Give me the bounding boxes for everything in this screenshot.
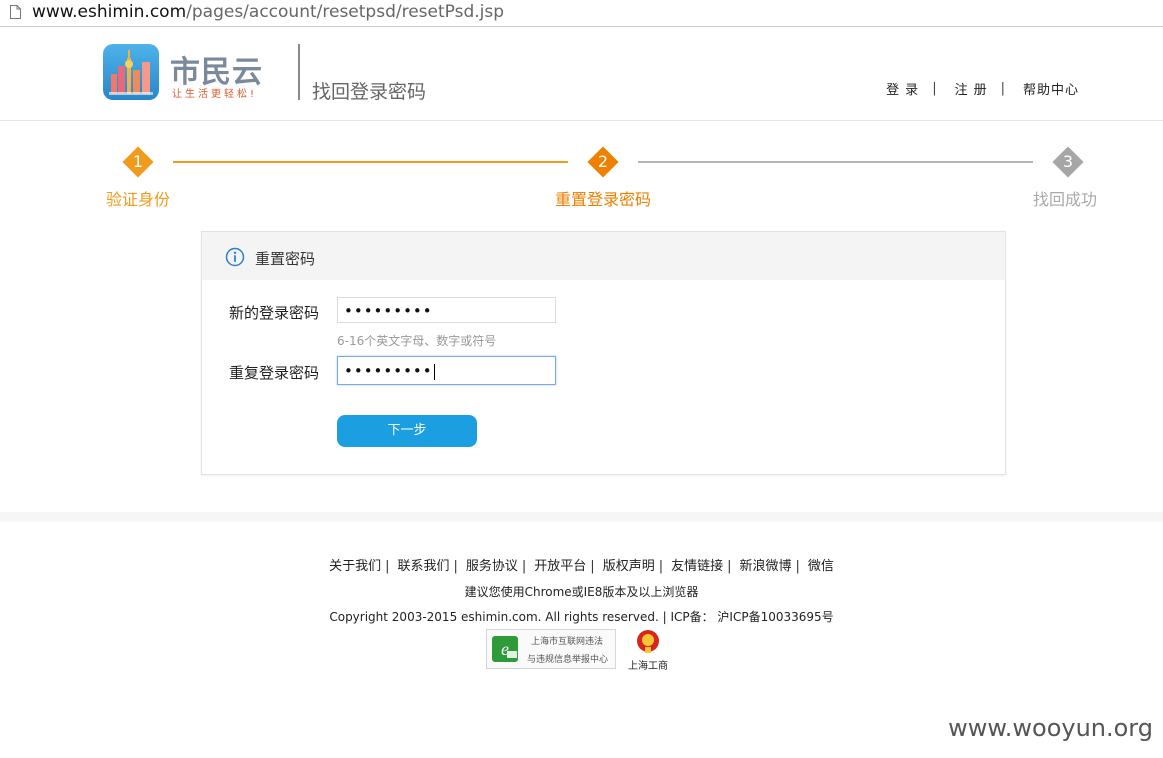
nav-separator: | [932, 81, 937, 96]
step-connector-1 [173, 161, 568, 163]
step-1-label: 验证身份 [106, 190, 171, 209]
new-password-value: ••••••••• [344, 302, 433, 320]
footer-separator: | [727, 559, 732, 574]
url-host: www.eshimin.com [32, 2, 187, 22]
reset-password-card: 重置密码 新的登录密码 ••••••••• 6-16个英文字母、数字或符号 重复… [201, 231, 1006, 475]
copyright-text: Copyright 2003-2015 eshimin.com. All rig… [329, 610, 834, 624]
footer-separator: | [521, 559, 527, 574]
step-2-number: 2 [597, 152, 609, 171]
info-icon [225, 247, 245, 267]
watermark-text: www.wooyun.org [948, 714, 1153, 742]
step-1-number: 1 [132, 152, 144, 171]
nav-separator: | [1000, 81, 1005, 96]
aic-badge-caption: 上海工商 [628, 661, 668, 672]
report-center-badge[interactable]: e 上海市互联网违法 与违规信息举报中心 [486, 629, 616, 669]
step-connector-2 [638, 161, 1033, 163]
footer-link-service-agreement[interactable]: 服务协议 [466, 559, 518, 574]
browser-tip: 建议您使用Chrome或IE8版本及以上浏览器 [464, 585, 699, 599]
report-badge-line2: 与违规信息举报中心 [527, 655, 609, 665]
aic-emblem-icon [637, 630, 659, 653]
new-password-label: 新的登录密码 [229, 304, 320, 322]
page-title: 找回登录密码 [312, 81, 427, 103]
footer-link-open-platform[interactable]: 开放平台 [534, 559, 586, 574]
step-3-number: 3 [1062, 152, 1074, 171]
url-path: /pages/account/resetpsd/resetPsd.jsp [186, 2, 505, 22]
logo-slogan: 让生活更轻松! [172, 89, 258, 100]
footer-link-about[interactable]: 关于我们 [329, 559, 381, 574]
step-progress: 1 验证身份 2 重置登录密码 3 找回成功 [0, 140, 1163, 220]
repeat-password-value: ••••••••• [344, 362, 433, 380]
footer-separator: | [453, 559, 458, 574]
e-report-icon: e [492, 636, 518, 662]
footer-separator: | [658, 559, 664, 574]
repeat-password-input[interactable]: ••••••••• [337, 356, 556, 385]
city-skyline-logo-icon[interactable] [103, 44, 159, 100]
footer-separator: | [385, 559, 390, 574]
card-title: 重置密码 [255, 250, 316, 268]
password-hint: 6-16个英文字母、数字或符号 [337, 334, 497, 348]
card-header: 重置密码 [202, 232, 1005, 280]
url-text: www.eshimin.com/pages/account/resetpsd/r… [32, 2, 504, 22]
footer-link-contact[interactable]: 联系我们 [397, 559, 449, 574]
register-link[interactable]: 注册 [955, 79, 993, 98]
footer-link-copyright[interactable]: 版权声明 [603, 559, 655, 574]
new-password-input[interactable]: ••••••••• [337, 297, 556, 323]
login-link[interactable]: 登录 [886, 79, 924, 98]
footer-separator: | [590, 559, 595, 574]
help-center-link[interactable]: 帮助中心 [1023, 79, 1079, 98]
footer-links: 关于我们 | 联系我们 | 服务协议 | 开放平台 | 版权声明 | 友情链接 | 新浪微博 | 微信 [0, 555, 1163, 574]
next-step-button[interactable]: 下一步 [337, 415, 477, 447]
report-badge-line1: 上海市互联网违法 [531, 637, 604, 647]
footer-link-wechat[interactable]: 微信 [808, 559, 834, 574]
page-icon [10, 5, 21, 19]
site-header: 市民云 让生活更轻松! 找回登录密码 登录 | 注册 | 帮助中心 [0, 27, 1163, 121]
footer-divider-band [0, 512, 1163, 522]
header-divider [298, 44, 300, 100]
top-nav: 登录 | 注册 | 帮助中心 [886, 79, 1079, 98]
footer-link-weibo[interactable]: 新浪微博 [740, 559, 792, 574]
footer-separator: | [795, 559, 800, 574]
repeat-password-label: 重复登录密码 [229, 364, 320, 382]
text-caret [433, 363, 435, 380]
address-bar[interactable]: www.eshimin.com/pages/account/resetpsd/r… [0, 0, 1163, 27]
step-3-label: 找回成功 [1033, 190, 1098, 209]
shanghai-aic-badge[interactable]: 上海工商 [626, 629, 670, 672]
footer-link-friends[interactable]: 友情链接 [671, 559, 723, 574]
step-2-label: 重置登录密码 [555, 190, 652, 209]
